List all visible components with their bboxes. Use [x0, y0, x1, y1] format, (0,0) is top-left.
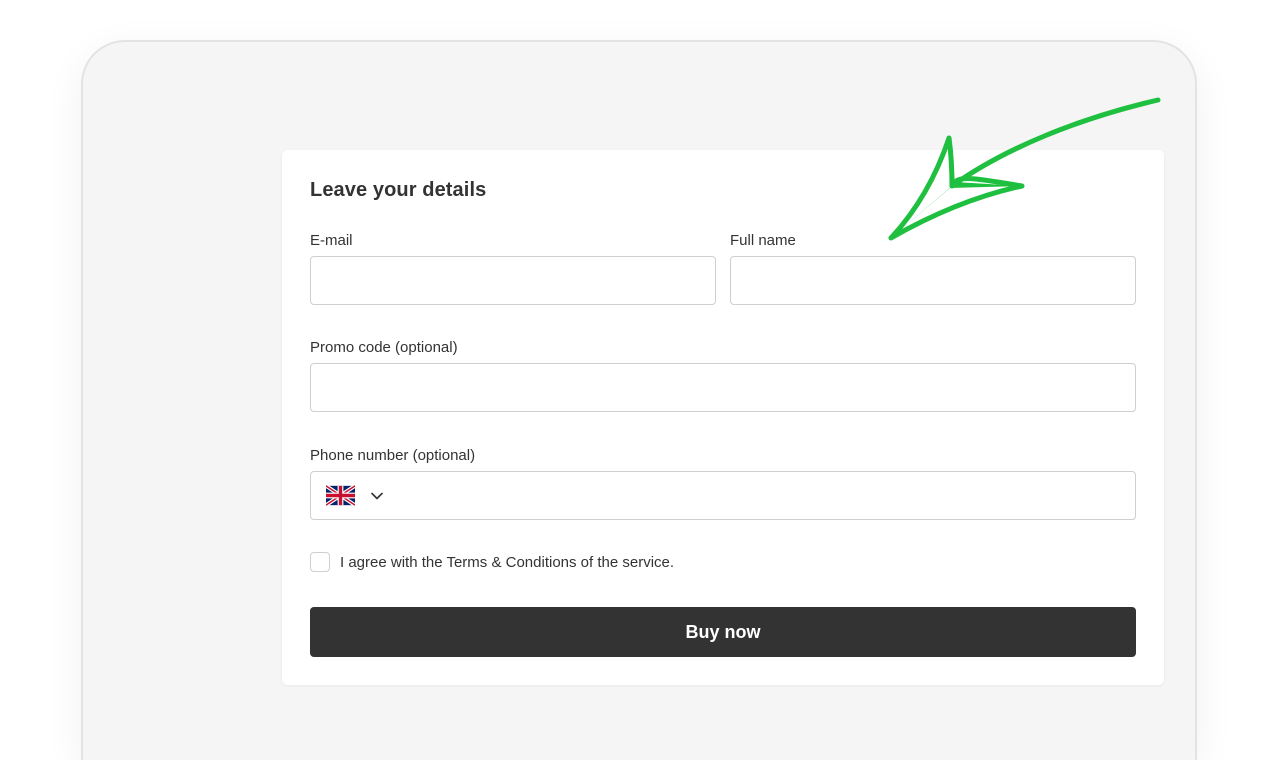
country-code-select[interactable] [325, 484, 389, 508]
phone-field [310, 471, 1136, 521]
terms-label: I agree with the Terms & Conditions of t… [340, 554, 675, 571]
green-arrow-icon [888, 97, 1161, 241]
full-name-field[interactable] [730, 256, 1136, 305]
promo-code-field[interactable] [310, 363, 1136, 412]
email-label: E-mail [310, 232, 353, 249]
promo-code-label: Promo code (optional) [310, 339, 458, 356]
buy-now-button[interactable]: Buy now [310, 607, 1136, 657]
terms-checkbox[interactable] [310, 552, 330, 572]
chevron-down-icon [371, 492, 383, 500]
form-title: Leave your details [310, 179, 487, 201]
email-field[interactable] [310, 256, 716, 305]
phone-label: Phone number (optional) [310, 447, 476, 464]
uk-flag-icon [326, 485, 355, 506]
phone-number-input[interactable] [391, 472, 1135, 521]
full-name-label: Full name [730, 232, 796, 249]
